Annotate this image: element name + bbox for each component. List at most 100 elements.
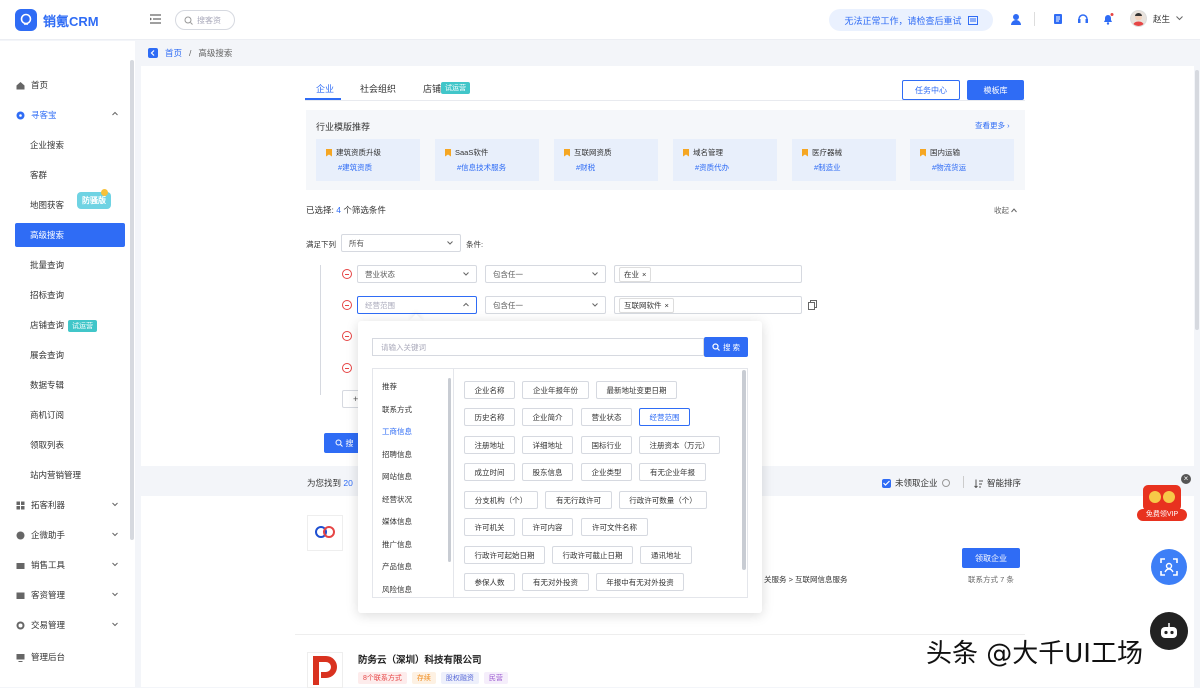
headset-icon[interactable] (1077, 13, 1089, 25)
task-center-button[interactable]: 任务中心 (902, 80, 960, 100)
field-option[interactable]: 许可内容 (522, 518, 573, 536)
robot-assistant-button[interactable] (1150, 612, 1188, 650)
category-item[interactable]: 联系方式 (382, 404, 412, 415)
field-option[interactable]: 行政许可起始日期 (464, 546, 545, 564)
operator-select[interactable]: 包含任一 (485, 265, 606, 283)
claim-company-button[interactable]: 领取企业 (962, 548, 1020, 568)
sidebar-item-sales-tools[interactable]: 销售工具 (0, 553, 130, 577)
industry-card[interactable]: 医疗器械 #制造业 (792, 139, 896, 181)
sidebar-item-wecom[interactable]: 企微助手 (0, 523, 130, 547)
close-icon[interactable]: × (642, 270, 646, 279)
field-option[interactable]: 历史名称 (464, 408, 515, 426)
field-option[interactable]: 详细地址 (522, 436, 573, 454)
field-option[interactable]: 行政许可数量（个） (619, 491, 707, 509)
field-option[interactable]: 企业年报年份 (522, 381, 589, 399)
tab-shop[interactable]: 店铺 (423, 82, 441, 95)
field-select[interactable]: 营业状态 (357, 265, 477, 283)
industry-card[interactable]: 国内运输 #物流货运 (910, 139, 1014, 181)
field-option[interactable]: 许可文件名称 (581, 518, 648, 536)
field-option[interactable]: 有无企业年报 (639, 463, 706, 481)
field-option[interactable]: 通讯地址 (640, 546, 692, 564)
industry-card[interactable]: SaaS软件 #信息技术服务 (435, 139, 539, 181)
category-item[interactable]: 产品信息 (382, 561, 412, 572)
sidebar-item-admin[interactable]: 管理后台 (0, 645, 130, 669)
keyword-input[interactable]: 请输入关键词 (372, 338, 704, 356)
checkbox-checked[interactable] (882, 478, 891, 488)
field-option[interactable]: 有无对外投资 (522, 573, 589, 591)
field-option[interactable]: 国标行业 (581, 436, 632, 454)
dropdown-search-button[interactable]: 搜 索 (704, 337, 748, 357)
field-option[interactable]: 分支机构（个） (464, 491, 538, 509)
match-mode-select[interactable]: 所有 (341, 234, 461, 252)
field-option[interactable]: 年报中有无对外投资 (596, 573, 684, 591)
value-chip[interactable]: 互联网软件 × (619, 297, 674, 313)
document-icon[interactable] (1052, 13, 1064, 25)
remove-condition-icon[interactable] (342, 300, 352, 310)
sidebar-item-home[interactable]: 首页 (0, 73, 130, 97)
category-scrollbar[interactable] (448, 378, 451, 562)
menu-toggle-icon[interactable] (150, 14, 161, 24)
options-scrollbar[interactable] (742, 370, 746, 570)
field-option[interactable]: 成立时间 (464, 463, 515, 481)
user-menu[interactable]: 赵生 (1130, 10, 1183, 27)
field-option[interactable]: 股东信息 (522, 463, 573, 481)
sidebar-item-subscription[interactable]: 商机订阅 (0, 403, 130, 427)
industry-card[interactable]: 互联网资质 #财税 (554, 139, 658, 181)
field-select[interactable]: 经营范围 (357, 296, 477, 314)
sidebar-item-company-search[interactable]: 企业搜索 (0, 133, 130, 157)
sidebar-item-advanced-search[interactable]: 高级搜索 (15, 223, 125, 247)
notice-banner[interactable]: 无法正常工作，请检查后重试 (829, 9, 993, 31)
field-option[interactable]: 营业状态 (581, 408, 632, 426)
field-option[interactable]: 有无行政许可 (545, 491, 612, 509)
field-option[interactable]: 许可机关 (464, 518, 515, 536)
field-option[interactable]: 最新地址变更日期 (596, 381, 677, 399)
industry-card[interactable]: 域名管理 #资质代办 (673, 139, 777, 181)
sidebar-item-xunkebao[interactable]: 寻客宝 (0, 103, 130, 127)
page-scrollbar[interactable] (1195, 70, 1199, 330)
category-item[interactable]: 网站信息 (382, 471, 412, 482)
field-option[interactable]: 注册地址 (464, 436, 515, 454)
close-icon[interactable]: × (665, 301, 669, 310)
sidebar-item-claim-list[interactable]: 领取列表 (0, 433, 130, 457)
face-scan-button[interactable] (1151, 549, 1187, 585)
sidebar-item-shop[interactable]: 店铺查询 试运营 (0, 313, 130, 337)
value-input[interactable]: 互联网软件 × (614, 296, 802, 314)
sidebar-item-tools[interactable]: 拓客利器 (0, 493, 130, 517)
field-option[interactable]: 企业类型 (581, 463, 632, 481)
company-name[interactable]: 防务云（深圳）科技有限公司 (358, 652, 482, 666)
remove-condition-icon[interactable] (342, 363, 352, 373)
remove-condition-icon[interactable] (342, 331, 352, 341)
sidebar-item-expo[interactable]: 展会查询 (0, 343, 130, 367)
category-item[interactable]: 媒体信息 (382, 516, 412, 527)
category-item[interactable]: 经营状况 (382, 494, 412, 505)
sidebar-item-batch[interactable]: 批量查询 (0, 253, 130, 277)
field-option[interactable]: 注册资本（万元） (639, 436, 720, 454)
category-item[interactable]: 招聘信息 (382, 449, 412, 460)
field-option[interactable]: 参保人数 (464, 573, 515, 591)
smart-sort[interactable]: 智能排序 (974, 477, 1021, 489)
copy-icon[interactable] (808, 300, 817, 310)
category-item[interactable]: 风险信息 (382, 584, 412, 595)
collapse-toggle[interactable]: 收起 (994, 205, 1017, 216)
field-option-selected[interactable]: 经营范围 (639, 408, 690, 426)
sidebar-item-album[interactable]: 数据专辑 (0, 373, 130, 397)
breadcrumb-home[interactable]: 首页 (165, 47, 182, 59)
field-option[interactable]: 企业名称 (464, 381, 515, 399)
contact-tag[interactable]: 8个联系方式 (358, 672, 407, 684)
template-library-button[interactable]: 模板库 (967, 80, 1024, 100)
category-item[interactable]: 推荐 (382, 381, 397, 392)
sidebar-item-bidding[interactable]: 招标查询 (0, 283, 130, 307)
remove-condition-icon[interactable] (342, 269, 352, 279)
value-input[interactable]: 在业 × (614, 265, 802, 283)
help-icon[interactable] (941, 479, 950, 487)
operator-select[interactable]: 包含任一 (485, 296, 606, 314)
app-logo[interactable]: 销氪CRM (15, 9, 99, 31)
category-item[interactable]: 工商信息 (382, 426, 412, 437)
view-more-link[interactable]: 查看更多 › (975, 120, 1010, 131)
user-admin-icon[interactable] (1010, 13, 1022, 25)
field-option[interactable]: 行政许可截止日期 (552, 546, 633, 564)
back-icon[interactable] (148, 48, 158, 58)
tab-company[interactable]: 企业 (316, 82, 334, 95)
category-item[interactable]: 推广信息 (382, 539, 412, 550)
sidebar-item-kequn[interactable]: 客群 (0, 163, 130, 187)
